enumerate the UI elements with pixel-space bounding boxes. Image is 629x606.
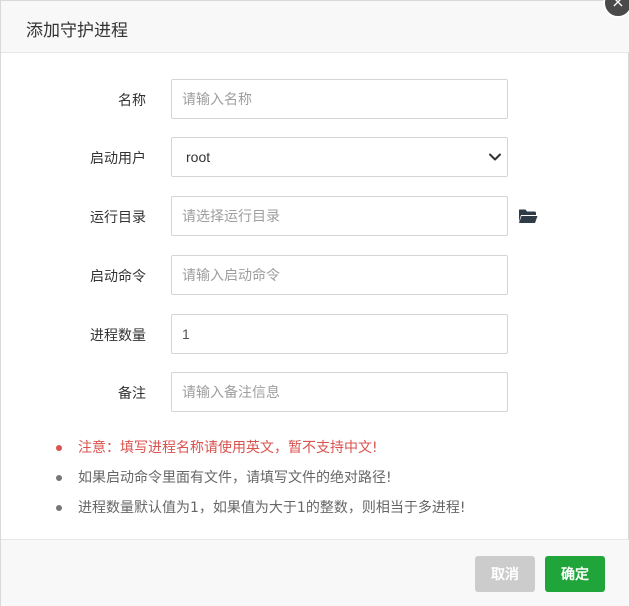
note-text: 注意：填写进程名称请使用英文，暂不支持中文! xyxy=(78,440,378,456)
remark-input[interactable] xyxy=(171,372,508,412)
dialog-footer: 取消 确定 xyxy=(1,539,629,606)
note-item: 进程数量默认值为1，如果值为大于1的整数，则相当于多进程! xyxy=(56,493,465,523)
process-count-input[interactable] xyxy=(171,314,508,354)
add-daemon-dialog: 添加守护进程 名称 启动用户 root 运行目录 启动命令 xyxy=(0,0,629,606)
command-input[interactable] xyxy=(171,255,508,295)
note-item: 如果启动命令里面有文件，请填写文件的绝对路径! xyxy=(56,463,465,493)
name-label: 名称 xyxy=(118,93,146,109)
remark-label: 备注 xyxy=(118,386,146,402)
name-input[interactable] xyxy=(171,79,508,119)
user-label: 启动用户 xyxy=(90,151,146,167)
note-text: 如果启动命令里面有文件，请填写文件的绝对路径! xyxy=(78,470,392,486)
confirm-button[interactable]: 确定 xyxy=(545,556,605,592)
folder-open-icon[interactable] xyxy=(518,207,538,225)
command-label: 启动命令 xyxy=(90,269,146,285)
bullet-icon xyxy=(56,445,62,451)
cancel-button[interactable]: 取消 xyxy=(475,556,535,592)
help-notes: 注意：填写进程名称请使用英文，暂不支持中文! 如果启动命令里面有文件，请填写文件… xyxy=(56,433,465,523)
dialog-title: 添加守护进程 xyxy=(26,21,128,41)
note-text: 进程数量默认值为1，如果值为大于1的整数，则相当于多进程! xyxy=(78,500,466,516)
dialog-header: 添加守护进程 xyxy=(1,1,629,53)
chevron-down-icon xyxy=(489,153,501,161)
dir-label: 运行目录 xyxy=(90,210,146,226)
bullet-icon xyxy=(56,475,62,481)
user-select[interactable]: root xyxy=(171,137,508,177)
dir-input[interactable] xyxy=(171,196,508,236)
note-item-warning: 注意：填写进程名称请使用英文，暂不支持中文! xyxy=(56,433,465,463)
count-label: 进程数量 xyxy=(90,328,146,344)
bullet-icon xyxy=(56,505,62,511)
